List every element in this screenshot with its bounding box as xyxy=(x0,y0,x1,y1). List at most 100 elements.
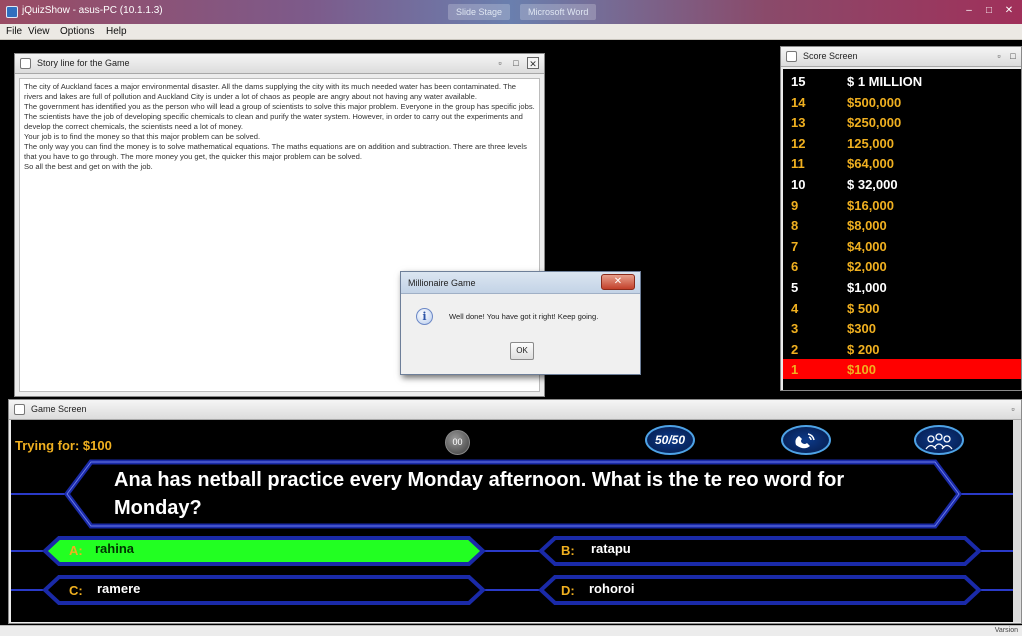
score-level-number: 7 xyxy=(791,238,799,254)
score-level: 4 $ 500 xyxy=(783,298,1021,318)
answer-b-letter: B: xyxy=(561,543,575,558)
score-level: 11 $64,000 xyxy=(783,153,1021,173)
taskbar-item[interactable]: Microsoft Word xyxy=(520,4,597,20)
score-level-amount: $64,000 xyxy=(847,156,894,172)
iconify-icon[interactable]: ▫ xyxy=(993,50,1005,62)
answer-d-text[interactable]: rohoroi xyxy=(589,581,635,596)
score-level-number: 14 xyxy=(791,94,806,110)
app-window: jQuizShow - asus-PC (10.1.1.3) Slide Sta… xyxy=(0,0,1022,636)
ask-the-audience-lifeline-button[interactable] xyxy=(914,425,964,455)
score-level-number: 13 xyxy=(791,115,806,131)
money-ladder: 15 $ 1 MILLION 14 $500,000 13 $250,000 12 125,0… xyxy=(783,69,1021,390)
answer-a-button[interactable] xyxy=(11,535,491,567)
score-level-number: 12 xyxy=(791,135,806,151)
score-level: 14 $500,000 xyxy=(783,92,1021,112)
answer-c-text[interactable]: ramere xyxy=(97,581,140,596)
score-level: 13 $250,000 xyxy=(783,112,1021,132)
game-board: Trying for: $100 00 50/50 Ana has netbal… xyxy=(11,420,1013,622)
score-level: 7 $4,000 xyxy=(783,236,1021,256)
frame-icon xyxy=(786,51,797,62)
story-paragraph: The government has identified you as the… xyxy=(24,102,535,131)
maximize-button[interactable]: □ xyxy=(980,4,998,18)
status-text: Varsion xyxy=(994,627,1018,634)
score-level: 3 $300 xyxy=(783,318,1021,338)
score-level-amount: 125,000 xyxy=(847,135,894,151)
iconify-icon[interactable]: ▫ xyxy=(494,57,506,69)
answer-b-text[interactable]: ratapu xyxy=(591,541,631,556)
score-level-number: 10 xyxy=(791,177,806,192)
answer-a-letter: A: xyxy=(69,543,83,558)
story-paragraph: So all the best and get on with the job. xyxy=(24,162,153,171)
answer-d-letter: D: xyxy=(561,583,575,598)
minimize-button[interactable]: – xyxy=(960,4,978,18)
score-level-amount: $4,000 xyxy=(847,238,887,254)
score-level-number: 3 xyxy=(791,321,799,337)
score-level-amount: $250,000 xyxy=(847,115,902,131)
menu-options[interactable]: Options xyxy=(60,26,94,37)
game-side-scrollbar[interactable] xyxy=(1013,420,1021,622)
close-button[interactable]: ✕ xyxy=(1000,4,1018,18)
close-icon[interactable]: ✕ xyxy=(527,57,539,69)
phone-icon xyxy=(795,433,815,449)
score-level-amount: $16,000 xyxy=(847,197,894,213)
maximize-icon[interactable]: □ xyxy=(1007,50,1019,62)
maximize-icon[interactable]: □ xyxy=(510,57,522,69)
audience-icon xyxy=(925,433,953,450)
frame-icon xyxy=(20,58,31,69)
score-level-amount: $2,000 xyxy=(847,259,887,275)
answer-row-frame xyxy=(11,575,1013,605)
title-bar: jQuizShow - asus-PC (10.1.1.3) Slide Sta… xyxy=(0,0,1022,24)
game-title-bar[interactable]: Game Screen ▫ xyxy=(9,400,1021,420)
timer-icon: 00 xyxy=(445,430,470,455)
score-frame: Score Screen ▫ □ 15 $ 1 MILLION 14 $500,000… xyxy=(780,46,1022,391)
dialog-message: Well done! You have got it right! Keep g… xyxy=(449,312,599,321)
phone-a-friend-lifeline-button[interactable] xyxy=(781,425,831,455)
dialog-title: Millionaire Game xyxy=(408,278,476,288)
answer-a-text: rahina xyxy=(95,541,135,556)
score-level-number: 15 xyxy=(791,74,806,89)
answer-c-letter: C: xyxy=(69,583,83,598)
menu-bar: File View Options Help xyxy=(0,24,1022,40)
story-paragraph: The only way you can find the money is t… xyxy=(24,142,527,161)
score-title: Score Screen xyxy=(803,51,858,61)
iconify-icon[interactable]: ▫ xyxy=(1007,403,1019,415)
score-level-current: 1 $100 xyxy=(783,359,1021,380)
ok-button[interactable]: OK xyxy=(510,342,534,360)
score-level: 8 $8,000 xyxy=(783,215,1021,235)
score-level: 2 $ 200 xyxy=(783,339,1021,359)
score-level: 6 $2,000 xyxy=(783,256,1021,276)
score-level-amount: $ 200 xyxy=(847,341,880,357)
dialog-close-button[interactable]: ✕ xyxy=(601,274,635,290)
story-paragraph: Your job is to find the money so that th… xyxy=(24,132,261,141)
fifty-fifty-label: 50/50 xyxy=(654,433,686,447)
menu-help[interactable]: Help xyxy=(106,26,127,37)
frame-icon xyxy=(14,404,25,415)
taskbar-item[interactable]: Slide Stage xyxy=(448,4,511,20)
question-text: Ana has netball practice every Monday af… xyxy=(114,469,845,519)
score-level: 15 $ 1 MILLION xyxy=(783,71,1021,91)
score-level: 10 $ 32,000 xyxy=(783,174,1021,194)
score-title-bar[interactable]: Score Screen ▫ □ xyxy=(781,47,1021,67)
dialog-title-bar[interactable]: Millionaire Game ✕ xyxy=(401,272,640,294)
menu-view[interactable]: View xyxy=(28,26,50,37)
score-level-number: 5 xyxy=(791,280,799,295)
score-level: 9 $16,000 xyxy=(783,195,1021,215)
score-level-number: 2 xyxy=(791,341,799,357)
score-level-amount: $ 500 xyxy=(847,300,880,316)
menu-file[interactable]: File xyxy=(6,26,22,37)
score-level-amount: $300 xyxy=(847,321,876,337)
game-title: Game Screen xyxy=(31,404,87,414)
story-paragraph: The city of Auckland faces a major envir… xyxy=(24,82,517,101)
score-level-amount: $500,000 xyxy=(847,94,902,110)
score-level: 12 125,000 xyxy=(783,133,1021,153)
score-level-number: 1 xyxy=(791,362,799,378)
fifty-fifty-lifeline-button[interactable]: 50/50 xyxy=(645,425,695,455)
game-frame: Game Screen ▫ Trying for: $100 00 50/50 xyxy=(8,399,1022,624)
info-icon: i xyxy=(416,308,433,325)
app-icon xyxy=(6,6,18,18)
score-level-amount: $1,000 xyxy=(847,280,887,295)
story-title: Story line for the Game xyxy=(37,58,130,68)
trying-for-label: Trying for: $100 xyxy=(15,438,112,453)
window-title: jQuizShow - asus-PC (10.1.1.3) xyxy=(22,5,163,16)
story-title-bar[interactable]: Story line for the Game ▫ □ ✕ xyxy=(15,54,544,74)
